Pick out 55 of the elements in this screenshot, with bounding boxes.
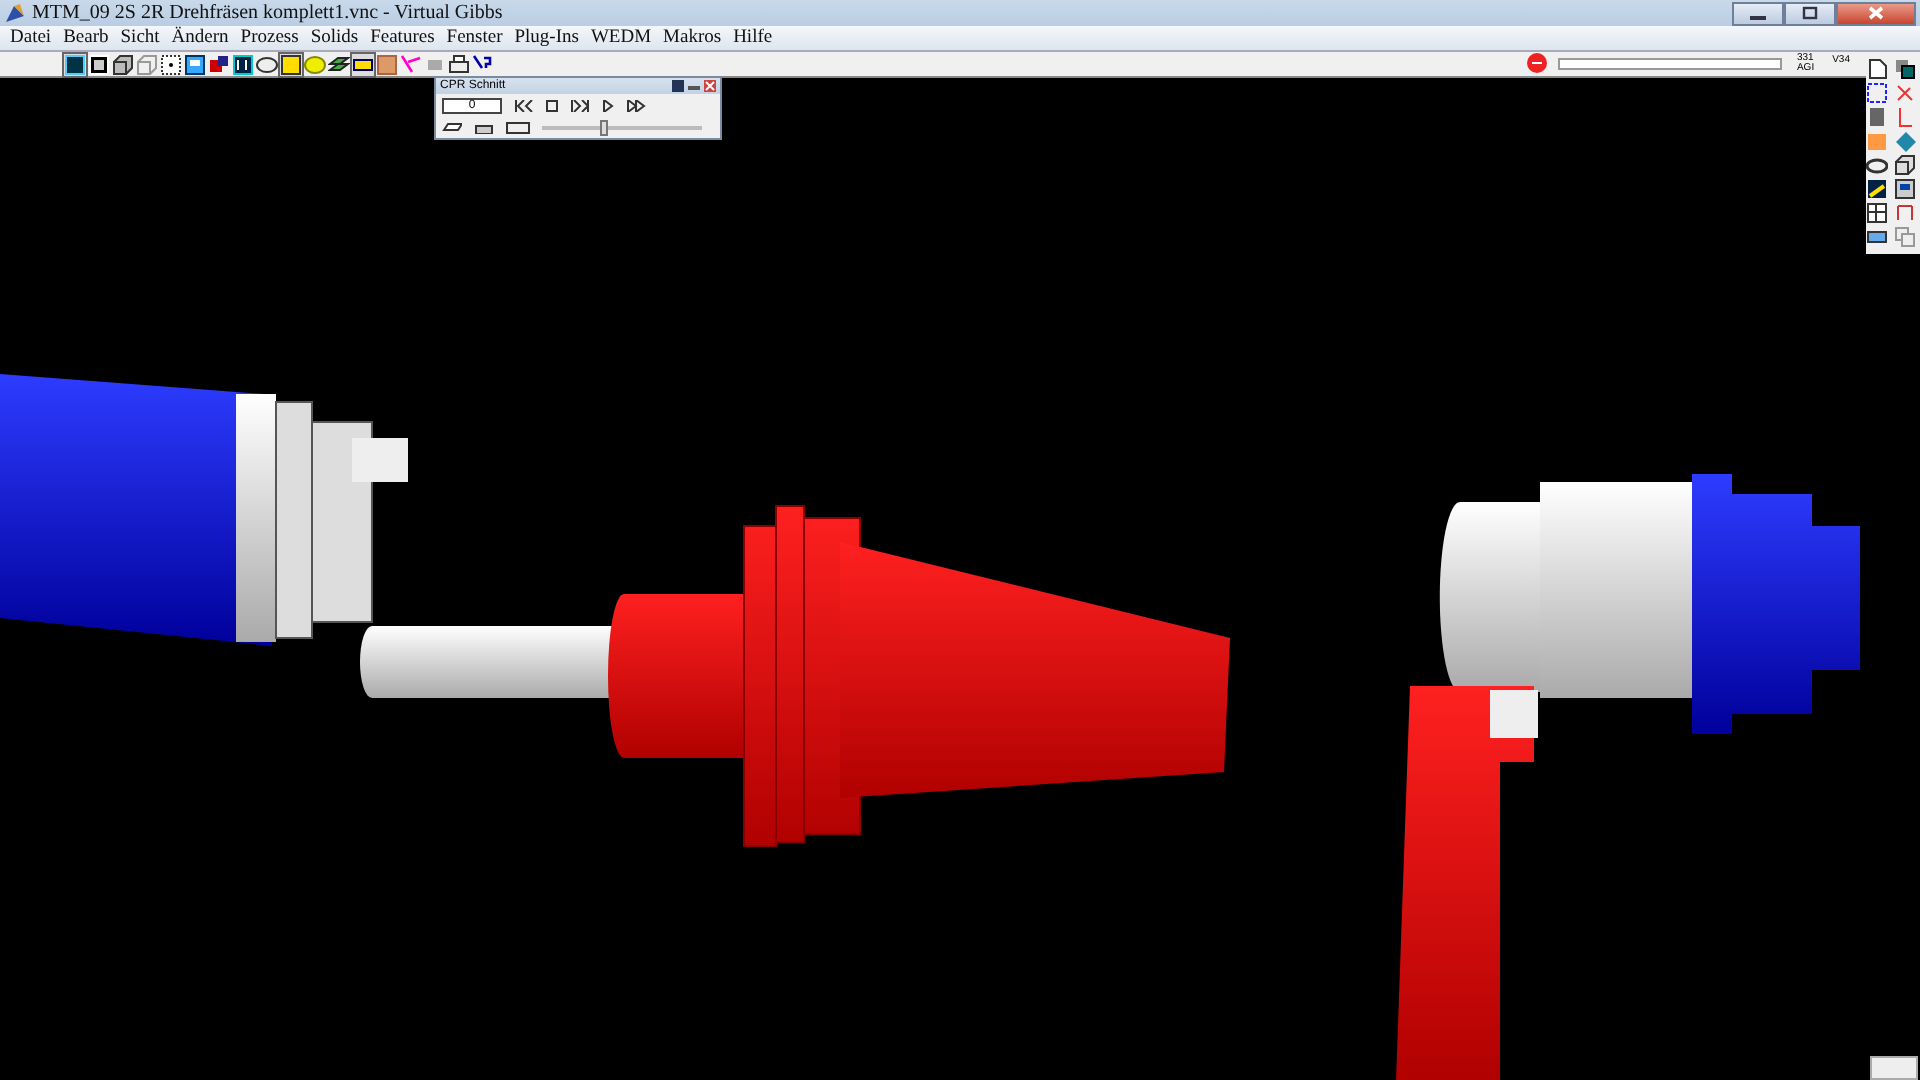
fast-forward-icon[interactable] [626, 99, 646, 112]
stop-sign-icon [1526, 51, 1549, 73]
layers-icon[interactable] [328, 53, 350, 75]
menu-item[interactable]: Solids [304, 28, 365, 49]
menu-item[interactable]: Features [364, 28, 441, 49]
ring-icon[interactable] [1866, 154, 1888, 176]
minimize-icon[interactable] [688, 80, 700, 93]
menu-item[interactable]: Sicht [114, 28, 166, 49]
menu-item[interactable]: Ändern [165, 28, 235, 49]
part-outline-icon[interactable] [506, 121, 530, 134]
bar-icon[interactable] [352, 53, 374, 75]
bracket-icon[interactable] [1894, 202, 1916, 224]
diamond-icon[interactable] [1894, 130, 1916, 152]
close-button[interactable] [1836, 1, 1916, 26]
close-icon[interactable] [704, 80, 716, 93]
stop-icon[interactable] [546, 99, 558, 112]
app-icon [4, 2, 26, 25]
skip-back-icon[interactable] [514, 99, 534, 112]
menu-item[interactable]: Plug-Ins [508, 28, 585, 49]
frame-icon[interactable] [64, 53, 86, 75]
window-icon[interactable] [184, 53, 206, 75]
menu-item[interactable]: Datei [4, 28, 58, 49]
shapes-icon[interactable] [208, 53, 230, 75]
pencil-icon[interactable] [1866, 178, 1888, 200]
slab-icon[interactable] [442, 122, 462, 133]
menu-item[interactable]: Makros [657, 28, 728, 49]
slider-thumb[interactable] [599, 119, 608, 136]
restore-icon [1802, 6, 1818, 21]
box-icon[interactable] [280, 53, 302, 75]
menu-item[interactable]: Fenster [440, 28, 509, 49]
block-icon[interactable] [376, 53, 398, 75]
printer-icon[interactable] [448, 53, 470, 75]
bar-icon[interactable] [1866, 226, 1888, 248]
cube-icon[interactable] [112, 53, 134, 75]
framed-square-icon[interactable] [88, 53, 110, 75]
windows-icon[interactable] [1894, 58, 1916, 80]
window-title: MTM_09 2S 2R Drehfräsen komplett1.vnc - Virtual Gibbs [32, 2, 505, 25]
minimize-button[interactable] [1732, 1, 1784, 26]
angle-icon[interactable] [1894, 106, 1916, 128]
panel-icon[interactable] [1894, 178, 1916, 200]
menu-item[interactable]: Bearb [57, 28, 115, 49]
step-icon[interactable] [570, 99, 590, 112]
menu-item[interactable]: WEDM [584, 28, 658, 49]
part-icon[interactable] [474, 121, 494, 134]
cube-icon[interactable] [1894, 154, 1916, 176]
dotted-square-icon[interactable] [1866, 82, 1888, 104]
menu-item[interactable]: Hilfe [727, 28, 779, 49]
close-icon [1868, 6, 1884, 21]
grid-icon[interactable] [1866, 202, 1888, 224]
play-icon[interactable] [602, 99, 614, 112]
ellipse-icon[interactable] [256, 53, 278, 75]
menu-item[interactable]: Prozess [234, 28, 305, 49]
screen-icon[interactable] [232, 53, 254, 75]
dotted-square-icon[interactable] [160, 53, 182, 75]
maximize-button[interactable] [1784, 1, 1836, 26]
